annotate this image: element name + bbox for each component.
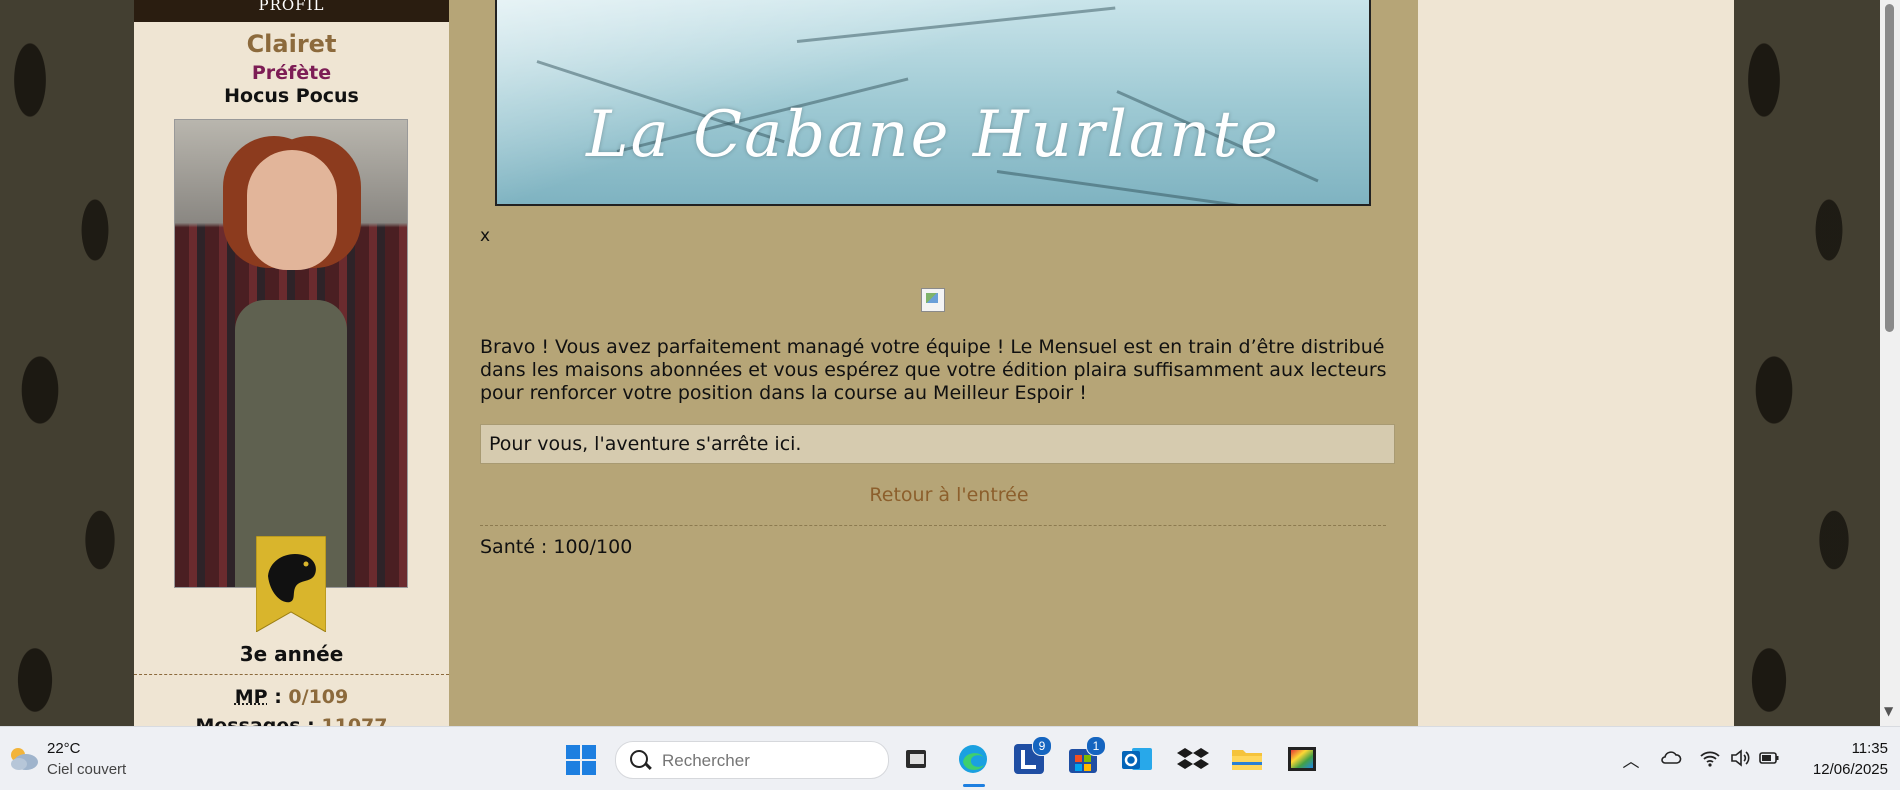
search-icon (630, 750, 648, 768)
scroll-down-icon[interactable]: ▼ (1884, 704, 1893, 718)
post-content: La Cabane Hurlante x Bravo ! Vous avez p… (449, 0, 1418, 726)
taskbar-search[interactable] (615, 741, 889, 779)
back-to-entrance-link[interactable]: Retour à l'entrée (449, 484, 1449, 506)
x-mark: x (480, 226, 491, 246)
user-rank: Préfète (251, 62, 332, 84)
profile-header: PROFIL (134, 0, 449, 22)
outlook-icon[interactable] (1120, 742, 1154, 776)
school-year: 3e année (239, 642, 344, 666)
right-panel (1418, 0, 1734, 726)
avatar (174, 119, 408, 588)
weather-description[interactable]: Ciel couvert (47, 761, 126, 778)
messages-label: Messages (195, 715, 301, 726)
edge-browser-icon[interactable] (956, 742, 990, 776)
result-box: Pour vous, l'aventure s'arrête ici. (480, 424, 1395, 464)
health-stat: Santé : 100/100 (480, 536, 633, 558)
story-text: Bravo ! Vous avez parfaitement managé vo… (480, 336, 1387, 404)
messages-stat: Messages : 11077 (134, 715, 449, 726)
messages-separator: : (300, 715, 322, 726)
house-badger-icon (256, 536, 326, 632)
windows-taskbar: 22°C Ciel couvert 9 1 (0, 726, 1900, 790)
cloud-icon[interactable] (1660, 747, 1682, 769)
store-badge: 1 (1086, 736, 1106, 756)
weather-temperature[interactable]: 22°C (47, 740, 81, 757)
user-group: Hocus Pocus (224, 85, 359, 107)
broken-image-icon (921, 288, 945, 312)
mp-label: MP (234, 686, 268, 708)
profile-panel: PROFIL Clairet Préfète Hocus Pocus 3e an… (134, 0, 449, 726)
file-explorer-icon[interactable] (1230, 742, 1264, 776)
windows-start-icon[interactable] (566, 745, 596, 775)
profile-divider (134, 674, 449, 675)
store-icon[interactable]: 1 (1066, 736, 1106, 776)
l-app-icon[interactable]: 9 (1012, 736, 1052, 776)
page-background-right (1734, 0, 1900, 726)
cloud-sun-icon[interactable] (6, 745, 40, 771)
avatar-head (247, 150, 337, 270)
scrollbar-thumb[interactable] (1885, 4, 1894, 332)
active-app-indicator (963, 784, 985, 787)
clock-date[interactable]: 12/06/2025 (1788, 761, 1888, 778)
search-input[interactable] (660, 748, 884, 774)
clock-time[interactable]: 11:35 (1808, 740, 1888, 757)
mp-stat: MP : 0/109 (134, 686, 449, 708)
username[interactable]: Clairet (134, 30, 449, 58)
page-background-left (0, 0, 134, 726)
post-divider (480, 525, 1386, 526)
banner-image: La Cabane Hurlante (495, 0, 1371, 206)
mp-value: 0/109 (288, 686, 349, 708)
task-view-icon[interactable] (899, 742, 933, 776)
wifi-icon[interactable] (1699, 747, 1721, 769)
mp-separator: : (267, 686, 289, 708)
volume-icon[interactable] (1729, 747, 1751, 769)
chevron-up-icon[interactable]: ︿ (1620, 747, 1642, 772)
photos-app-icon[interactable] (1285, 742, 1319, 776)
l-app-badge: 9 (1032, 736, 1052, 756)
banner-title: La Cabane Hurlante (586, 98, 1280, 172)
messages-value: 11077 (321, 715, 388, 726)
battery-icon[interactable] (1758, 747, 1780, 769)
page-scrollbar[interactable]: ▼ (1880, 0, 1900, 726)
dropbox-icon[interactable] (1176, 742, 1210, 776)
